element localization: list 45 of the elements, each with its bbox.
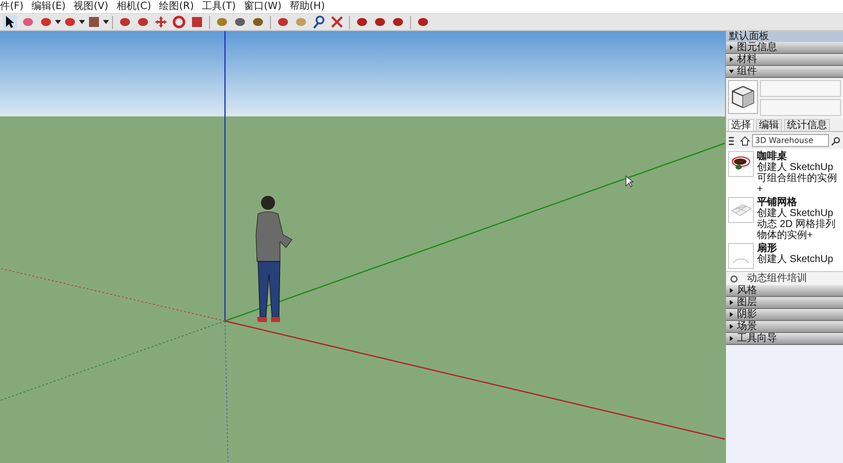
component-author: 创建人 SketchUp	[757, 162, 834, 173]
section-header[interactable]: 图层	[726, 297, 843, 309]
panel-title: 默认面板	[726, 31, 843, 42]
tab[interactable]: 编辑	[756, 119, 782, 131]
menu-item[interactable]: 窗口(W)	[244, 0, 282, 13]
section-header[interactable]: 材料	[726, 54, 843, 66]
expanded-triangle-icon	[729, 69, 734, 74]
search-icon[interactable]	[831, 136, 841, 146]
menu-item[interactable]: 工具(T)	[202, 0, 236, 13]
tab[interactable]: 选择	[728, 119, 754, 131]
component-description: 动态 2D 网格排列物体的实例+	[757, 219, 836, 241]
cursor-icon	[626, 175, 634, 188]
collapsed-triangle-icon	[729, 336, 734, 341]
collapsed-triangle-icon	[729, 288, 734, 293]
search-field[interactable]: 3D Warehouse	[752, 134, 829, 147]
collapsed-triangle-icon	[729, 312, 734, 317]
menu-item[interactable]: 件(F)	[0, 0, 24, 13]
search-icon[interactable]	[312, 15, 326, 29]
section-header[interactable]: 图元信息	[726, 42, 843, 54]
section-header[interactable]: 工具向导	[726, 333, 843, 345]
menu-item[interactable]: 编辑(E)	[32, 0, 66, 13]
collapsed-triangle-icon	[729, 57, 734, 62]
tool-icon[interactable]	[3, 15, 17, 29]
component-description: 可组合组件的实例+	[757, 173, 838, 195]
component-thumbnail[interactable]	[728, 243, 754, 269]
component-name: 扇形	[757, 243, 777, 254]
section-header[interactable]: 场景	[726, 321, 843, 333]
component-thumbnail[interactable]	[728, 197, 754, 223]
section-header[interactable]: 阴影	[726, 309, 843, 321]
tab[interactable]: 统计信息	[784, 119, 830, 131]
menu-item[interactable]: 相机(C)	[116, 0, 152, 13]
section-header[interactable]: 风格	[726, 285, 843, 297]
component-name: 平铺网格	[757, 197, 798, 208]
collapsed-triangle-icon	[729, 45, 734, 50]
component-thumbnail[interactable]	[728, 151, 754, 177]
collapsed-triangle-icon	[729, 324, 734, 329]
home-icon[interactable]	[740, 136, 750, 146]
menu-item[interactable]: 视图(V)	[74, 0, 108, 13]
component-author: 创建人 SketchUp	[757, 254, 834, 265]
menu-item[interactable]: 绘图(R)	[159, 0, 194, 13]
section-header[interactable]: 组件	[726, 66, 843, 78]
collapsed-triangle-icon	[729, 300, 734, 305]
component-name: 咖啡桌	[757, 151, 788, 162]
menu-item[interactable]: 帮助(H)	[290, 0, 325, 13]
component-author: 创建人 SketchUp	[757, 208, 834, 219]
